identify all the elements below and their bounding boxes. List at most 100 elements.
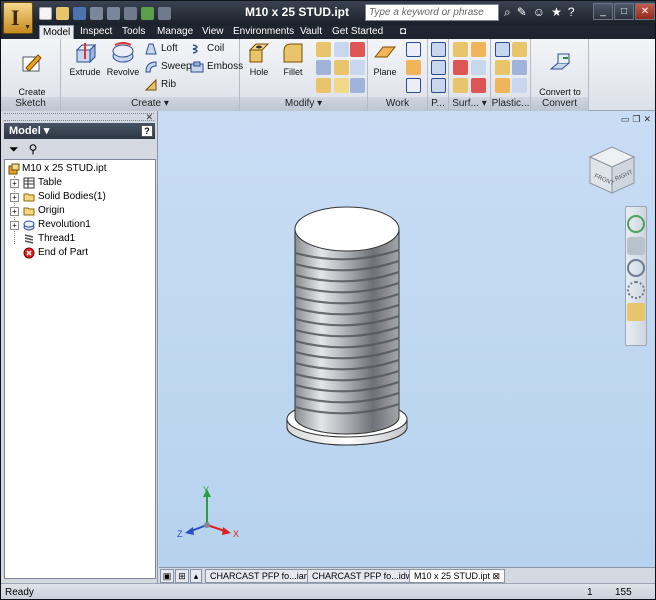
axis-icon[interactable]	[406, 42, 421, 57]
save-icon[interactable]	[73, 6, 86, 20]
browser-help-button[interactable]: ?	[141, 125, 153, 137]
open-folder-icon[interactable]	[56, 6, 69, 20]
doc-tab-active[interactable]: M10 x 25 STUD.ipt ⊠	[409, 569, 506, 583]
fillet-button[interactable]: Fillet	[274, 41, 312, 77]
tree-item-end-of-part[interactable]: End of Part	[10, 246, 153, 260]
extrude-button[interactable]: Extrude	[65, 41, 105, 77]
tree-item-thread1[interactable]: Thread1	[10, 232, 153, 246]
combine-icon[interactable]	[350, 60, 365, 75]
viewport-minimize-icon[interactable]: ▭	[621, 114, 630, 125]
new-file-icon[interactable]	[39, 6, 52, 20]
coil-button[interactable]: Coil	[189, 41, 224, 57]
tab-menu-icon[interactable]: ▴	[190, 569, 202, 583]
shell-icon[interactable]	[334, 42, 349, 57]
panel-title-modify[interactable]: Modify ▾	[240, 97, 367, 111]
panel-title-surface[interactable]: Surf... ▾	[449, 97, 490, 111]
rest-icon[interactable]	[495, 60, 510, 75]
boss-icon[interactable]	[512, 42, 527, 57]
maximize-button[interactable]: □	[614, 3, 634, 20]
expand-icon[interactable]: +	[10, 221, 19, 230]
minimize-button[interactable]: _	[593, 3, 613, 20]
hole-button[interactable]: Hole	[240, 41, 278, 77]
tab-manage[interactable]: Manage	[154, 25, 196, 39]
split-icon[interactable]	[350, 42, 365, 57]
tree-item-origin[interactable]: + Origin	[10, 204, 153, 218]
tree-item-revolution1[interactable]: + Revolution1	[10, 218, 153, 232]
update-icon[interactable]	[158, 6, 171, 20]
grill-icon[interactable]	[495, 42, 510, 57]
steering-wheel-icon[interactable]	[627, 215, 645, 233]
tab-get-started[interactable]: Get Started	[329, 25, 386, 39]
sculpt-icon[interactable]	[471, 42, 486, 57]
binoculars-icon[interactable]: ⌕	[504, 5, 511, 20]
draft-icon[interactable]	[316, 60, 331, 75]
orbit-icon[interactable]	[627, 281, 645, 299]
mirror-icon[interactable]	[431, 78, 446, 93]
rule-fillet-icon[interactable]	[495, 78, 510, 93]
tab-view[interactable]: View	[199, 25, 227, 39]
redo-icon[interactable]	[107, 6, 120, 20]
stitch-icon[interactable]	[453, 42, 468, 57]
delete-face-icon[interactable]	[471, 78, 486, 93]
doc-tab[interactable]: CHARCAST PFP fo...idw	[307, 569, 418, 583]
viewport-close-icon[interactable]: ✕	[643, 114, 651, 125]
extend-icon[interactable]	[453, 78, 468, 93]
tree-item-table[interactable]: + Table	[10, 176, 153, 190]
tab-inspect[interactable]: Inspect	[77, 25, 115, 39]
binoculars-icon[interactable]: ⚲	[29, 142, 38, 156]
viewcube[interactable]: FRONT RIGHT	[584, 141, 640, 197]
patch-icon[interactable]	[453, 60, 468, 75]
undo-icon[interactable]	[90, 6, 103, 20]
home-icon[interactable]	[124, 6, 137, 20]
select-icon[interactable]	[141, 6, 154, 20]
tab-environments[interactable]: Environments	[230, 25, 297, 39]
circular-pattern-icon[interactable]	[431, 60, 446, 75]
expand-icon[interactable]: +	[10, 179, 19, 188]
move-face-icon[interactable]	[334, 78, 349, 93]
help-icon[interactable]: ?	[568, 5, 575, 20]
browser-close-icon[interactable]: ✕	[145, 112, 153, 123]
sweep-button[interactable]: Sweep	[143, 59, 192, 75]
browser-header[interactable]: Model ▾ ?	[4, 123, 155, 139]
stud-model[interactable]	[279, 191, 419, 461]
trim-icon[interactable]	[471, 60, 486, 75]
chamfer-icon[interactable]	[316, 42, 331, 57]
tree-item-solid-bodies[interactable]: + Solid Bodies(1)	[10, 190, 153, 204]
expand-icon[interactable]: +	[10, 207, 19, 216]
expand-icon[interactable]: +	[10, 193, 19, 202]
tree-item-part[interactable]: M10 x 25 STUD.ipt	[8, 162, 153, 176]
panel-title-create[interactable]: Create ▾	[61, 97, 239, 111]
user-icon[interactable]: ☺	[533, 5, 545, 20]
viewport-restore-icon[interactable]: ❐	[632, 114, 640, 125]
look-at-icon[interactable]	[627, 303, 645, 321]
tab-model[interactable]: Model	[39, 25, 75, 39]
cascade-windows-icon[interactable]: ⊞	[175, 569, 189, 583]
close-tab-icon[interactable]: ⊠	[493, 571, 501, 581]
thicken-icon[interactable]	[316, 78, 331, 93]
close-button[interactable]: ✕	[635, 3, 655, 20]
application-menu-button[interactable]: I ▼	[3, 2, 33, 34]
graphics-viewport[interactable]: ▭ ❐ ✕ FRONT RIGHT Y X Z	[159, 111, 655, 567]
pan-icon[interactable]	[627, 237, 645, 255]
zoom-icon[interactable]	[627, 259, 645, 277]
tile-windows-icon[interactable]: ▣	[160, 569, 174, 583]
tab-vault[interactable]: Vault	[297, 25, 325, 39]
copy-object-icon[interactable]	[350, 78, 365, 93]
snap-fit-icon[interactable]	[512, 60, 527, 75]
wrench-icon[interactable]: ✎	[517, 5, 527, 20]
thread-icon[interactable]	[334, 60, 349, 75]
loft-button[interactable]: Loft	[143, 41, 178, 57]
lip-icon[interactable]	[512, 78, 527, 93]
rectangular-pattern-icon[interactable]	[431, 42, 446, 57]
revolve-button[interactable]: Revolve	[103, 41, 143, 77]
tab-tools[interactable]: Tools	[119, 25, 148, 39]
rib-button[interactable]: Rib	[143, 77, 176, 93]
ribbon-options-icon[interactable]: ◘	[397, 25, 409, 39]
ucs-icon[interactable]	[406, 78, 421, 93]
star-icon[interactable]: ★	[551, 5, 562, 20]
plane-button[interactable]: Plane	[368, 41, 402, 77]
doc-tab[interactable]: CHARCAST PFP fo...iam	[205, 569, 317, 583]
emboss-button[interactable]: Emboss	[189, 59, 243, 75]
point-icon[interactable]	[406, 60, 421, 75]
browser-grip[interactable]	[4, 113, 154, 121]
